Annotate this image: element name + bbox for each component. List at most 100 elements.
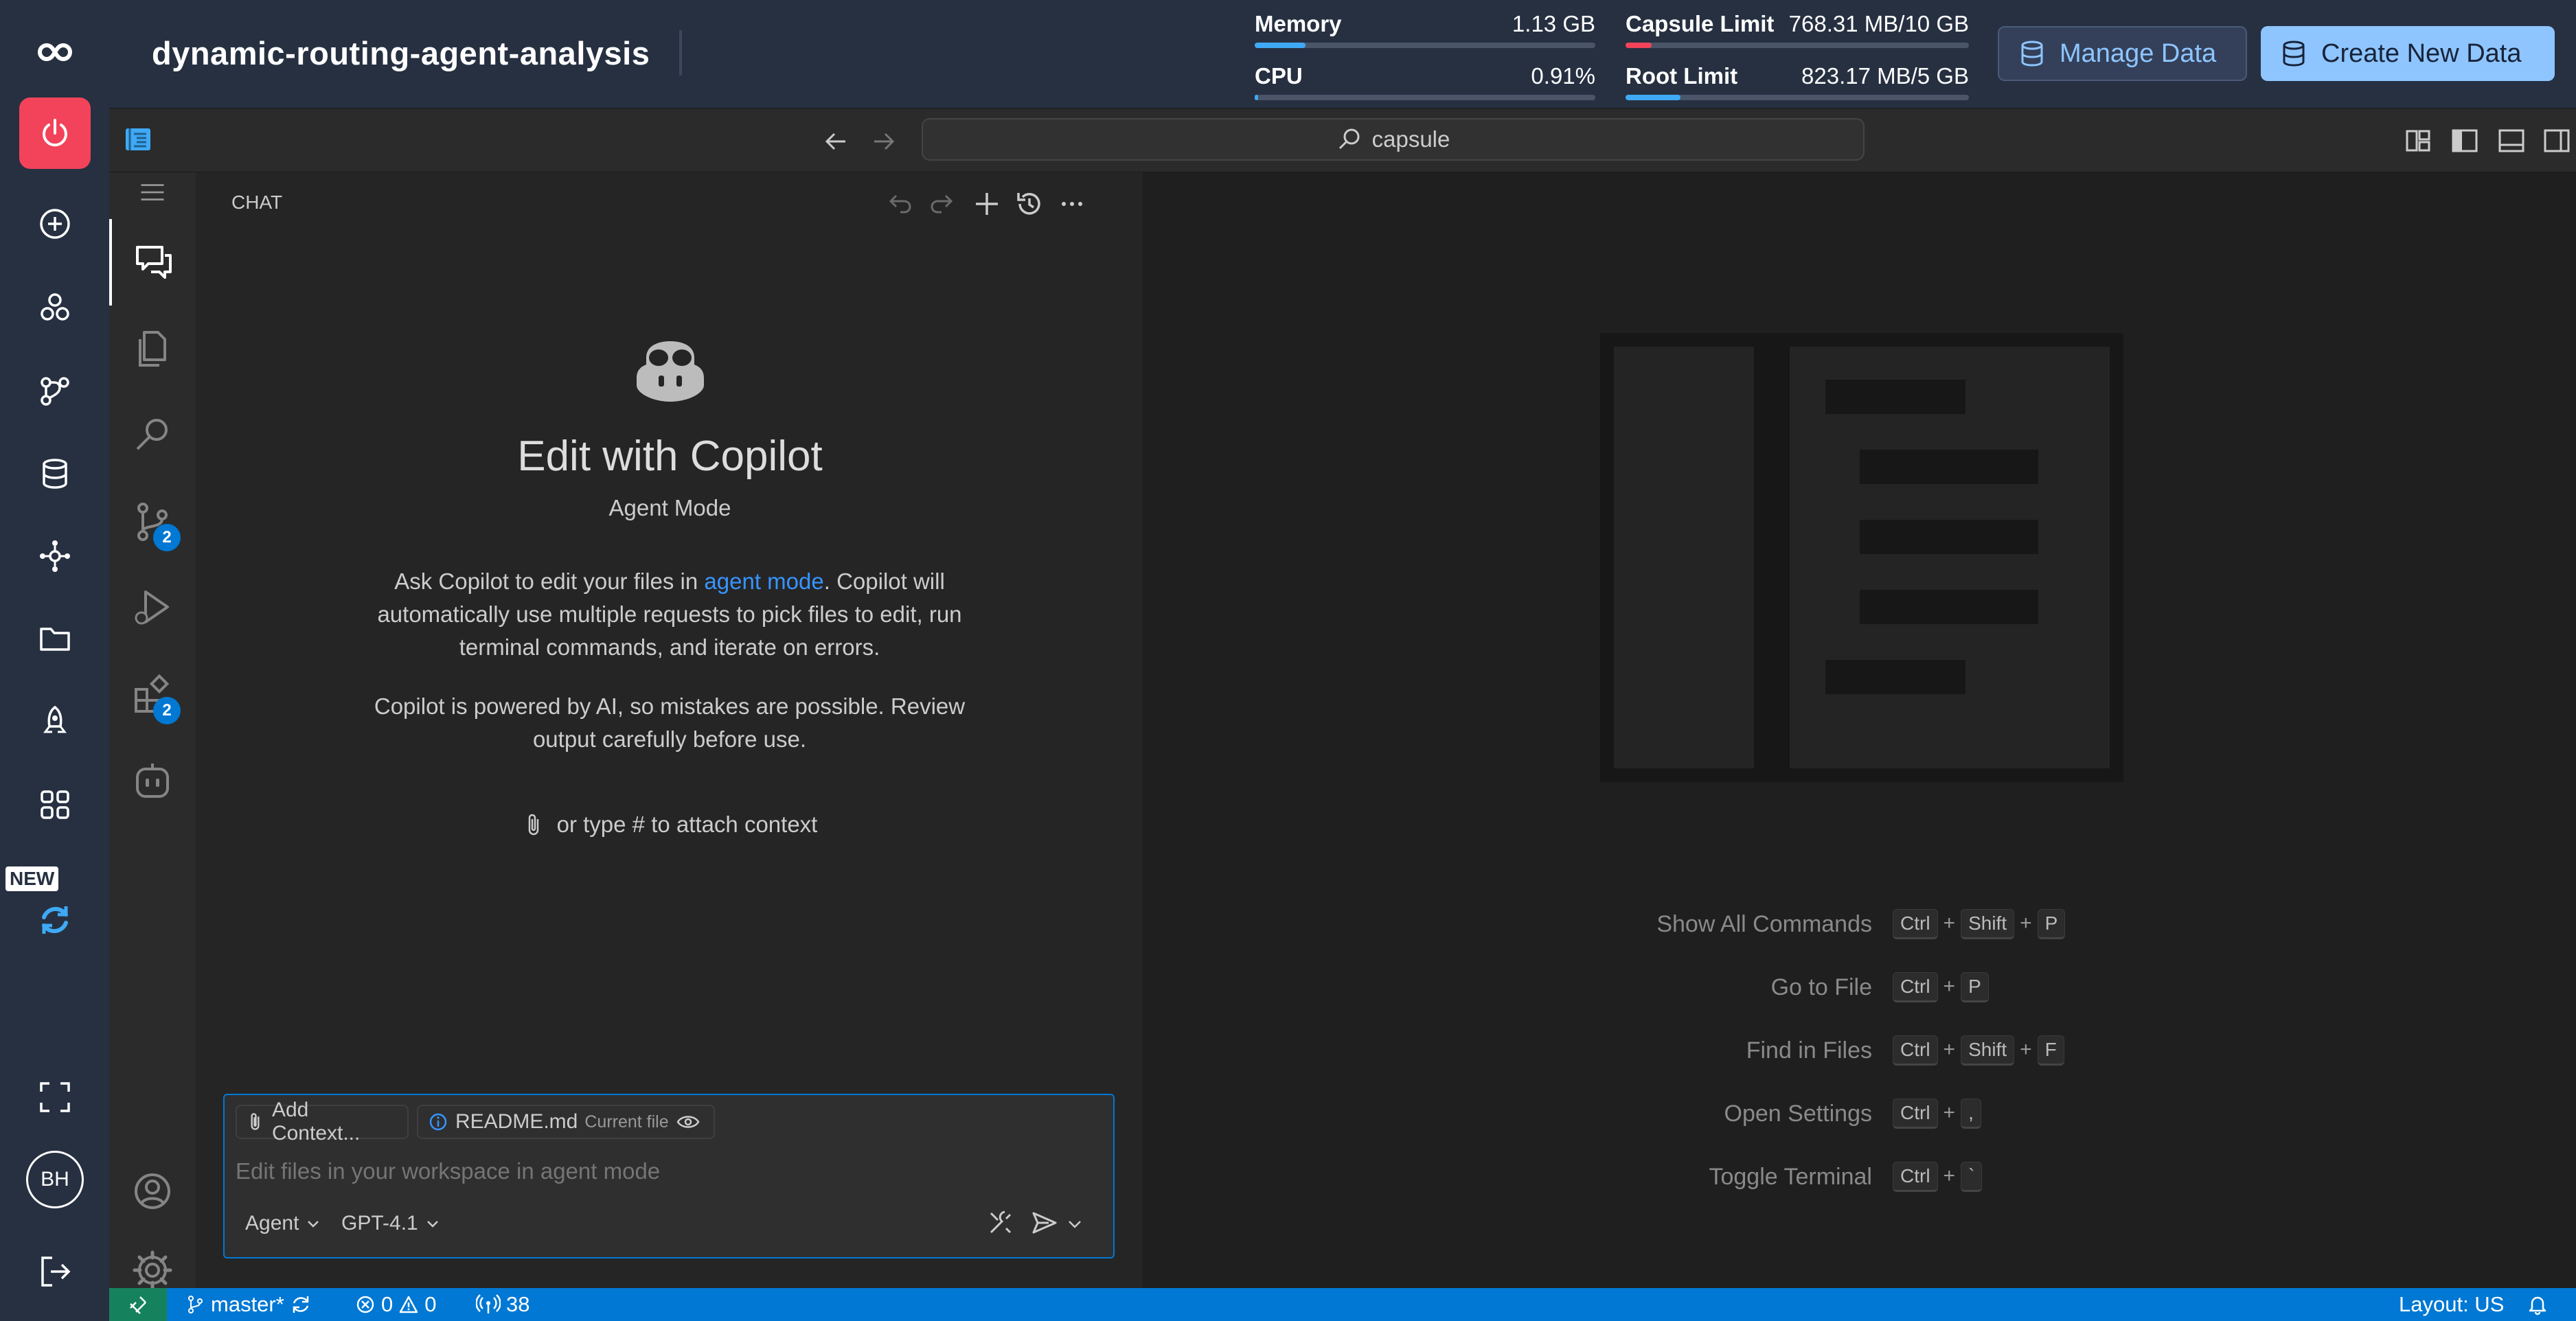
branch-status[interactable]: master* bbox=[185, 1292, 312, 1317]
keyboard-layout-label: Layout: US bbox=[2399, 1292, 2505, 1316]
keycap: P bbox=[1961, 972, 1989, 1002]
models-icon[interactable] bbox=[19, 520, 91, 592]
refresh-icon[interactable] bbox=[19, 884, 91, 956]
copilot-icon[interactable] bbox=[109, 738, 196, 825]
send-options-chevron-icon[interactable] bbox=[1067, 1216, 1083, 1232]
notifications-bell-icon[interactable] bbox=[2527, 1294, 2549, 1316]
folder-icon[interactable] bbox=[19, 603, 91, 674]
data-assets-icon[interactable] bbox=[19, 438, 91, 509]
toggle-secondary-sidebar-icon[interactable] bbox=[2542, 126, 2572, 156]
toggle-panel-icon[interactable] bbox=[2496, 126, 2527, 156]
capsules-icon[interactable] bbox=[19, 272, 91, 343]
rocket-icon[interactable] bbox=[19, 687, 91, 758]
remote-indicator[interactable] bbox=[109, 1288, 167, 1321]
back-arrow-icon[interactable] bbox=[822, 127, 851, 156]
mode-select[interactable]: Agent bbox=[245, 1212, 321, 1235]
keycap: Ctrl bbox=[1893, 1099, 1938, 1129]
forward-arrow-icon[interactable] bbox=[869, 127, 898, 156]
app-rail: NEW BH bbox=[0, 0, 109, 1321]
power-button[interactable] bbox=[19, 97, 91, 169]
root-limit-bar-fill bbox=[1626, 95, 1680, 100]
vscode-menu-icon[interactable] bbox=[123, 124, 153, 154]
menu-icon[interactable] bbox=[109, 172, 196, 212]
agent-mode-link[interactable]: agent mode bbox=[704, 568, 823, 594]
shortcut-row: Toggle Terminal Ctrl + ` bbox=[1144, 1160, 2576, 1193]
root-limit-metric: Root Limit 823.17 MB/5 GB bbox=[1626, 55, 1969, 100]
logo-icon[interactable] bbox=[19, 16, 91, 88]
source-control-icon[interactable]: 2 bbox=[109, 479, 196, 565]
copilot-logo-icon bbox=[637, 341, 704, 402]
create-new-data-button[interactable]: Create New Data bbox=[2261, 26, 2555, 81]
add-context-button[interactable]: Add Context... bbox=[236, 1099, 409, 1145]
pipelines-icon[interactable] bbox=[19, 356, 91, 427]
search-view-icon[interactable] bbox=[109, 392, 196, 479]
add-context-label: Add Context... bbox=[271, 1099, 361, 1145]
key-separator: + bbox=[1943, 975, 1956, 998]
add-icon[interactable] bbox=[19, 188, 91, 260]
shortcut-row: Show All Commands Ctrl + Shift + P bbox=[1144, 908, 2576, 941]
eye-icon[interactable] bbox=[676, 1112, 700, 1132]
extensions-badge: 2 bbox=[153, 697, 181, 724]
keycap: Ctrl bbox=[1893, 1162, 1938, 1192]
ports-status[interactable]: 38 bbox=[476, 1292, 529, 1317]
key-separator: + bbox=[1943, 1164, 1956, 1187]
send-icon[interactable] bbox=[1029, 1208, 1060, 1238]
accounts-icon[interactable] bbox=[109, 1148, 196, 1234]
sync-icon[interactable] bbox=[290, 1294, 312, 1316]
redo-icon[interactable] bbox=[926, 187, 959, 220]
info-icon bbox=[429, 1113, 447, 1131]
keycap: F bbox=[2037, 1035, 2064, 1066]
create-new-data-label: Create New Data bbox=[2321, 38, 2522, 68]
history-icon[interactable] bbox=[1013, 187, 1046, 220]
apps-grid-icon[interactable] bbox=[19, 769, 91, 840]
chat-view-icon[interactable] bbox=[109, 219, 196, 306]
manage-data-button[interactable]: Manage Data bbox=[1998, 26, 2247, 81]
command-center-search[interactable]: capsule bbox=[922, 118, 1865, 161]
more-actions-icon[interactable] bbox=[1056, 187, 1088, 220]
shortcut-label: Go to File bbox=[1770, 974, 1872, 1000]
warning-count: 0 bbox=[424, 1292, 437, 1316]
chat-input[interactable] bbox=[236, 1153, 1060, 1190]
top-bar: dynamic-routing-agent-analysis Memory 1.… bbox=[109, 0, 2576, 108]
cpu-label: CPU bbox=[1255, 63, 1303, 89]
current-file-chip[interactable]: README.md Current file bbox=[417, 1105, 715, 1139]
customize-layout-icon[interactable] bbox=[2403, 126, 2433, 156]
cpu-metric: CPU 0.91% bbox=[1255, 55, 1595, 100]
source-control-badge: 2 bbox=[153, 524, 181, 551]
avatar[interactable]: BH bbox=[26, 1151, 84, 1208]
database-add-icon bbox=[2283, 41, 2305, 67]
ports-count: 38 bbox=[506, 1292, 530, 1316]
memory-bar bbox=[1255, 43, 1595, 48]
new-chat-icon[interactable] bbox=[970, 187, 1003, 220]
extensions-icon[interactable]: 2 bbox=[109, 652, 196, 738]
problems-status[interactable]: 0 0 bbox=[355, 1292, 437, 1317]
chat-input-box: Add Context... README.md Current file Ag… bbox=[223, 1094, 1115, 1259]
key-separator: + bbox=[2020, 912, 2032, 934]
branch-name: master* bbox=[211, 1292, 284, 1316]
run-debug-icon[interactable] bbox=[109, 565, 196, 652]
chat-mode-label: Agent Mode bbox=[608, 495, 731, 520]
tools-icon[interactable] bbox=[985, 1208, 1016, 1238]
command-center-text: capsule bbox=[1371, 126, 1450, 152]
memory-metric: Memory 1.13 GB bbox=[1255, 3, 1595, 48]
capsule-limit-bar bbox=[1626, 43, 1969, 48]
ide-titlebar: capsule bbox=[109, 109, 2576, 172]
editor-watermark-logo bbox=[1600, 333, 2123, 782]
explorer-icon[interactable] bbox=[109, 306, 196, 392]
shortcut-keys: Ctrl + Shift + P bbox=[1890, 909, 2068, 939]
model-select[interactable]: GPT-4.1 bbox=[341, 1212, 440, 1235]
shortcut-row: Go to File Ctrl + P bbox=[1144, 971, 2576, 1004]
git-branch-icon bbox=[188, 1296, 203, 1313]
chevron-down-icon bbox=[426, 1221, 438, 1228]
keycap: P bbox=[2037, 909, 2066, 939]
fullscreen-icon[interactable] bbox=[19, 1061, 91, 1133]
undo-icon[interactable] bbox=[882, 187, 915, 220]
logout-icon[interactable] bbox=[19, 1236, 91, 1307]
mode-select-value: Agent bbox=[245, 1212, 299, 1234]
toggle-primary-sidebar-icon[interactable] bbox=[2450, 126, 2480, 156]
project-title: dynamic-routing-agent-analysis bbox=[152, 35, 650, 71]
manage-data-label: Manage Data bbox=[2060, 38, 2217, 68]
error-count: 0 bbox=[381, 1292, 394, 1316]
editor-empty-state: Show All Commands Ctrl + Shift + P Go to File C… bbox=[1144, 172, 2576, 1288]
keyboard-layout-status[interactable]: Layout: US bbox=[2399, 1292, 2504, 1317]
